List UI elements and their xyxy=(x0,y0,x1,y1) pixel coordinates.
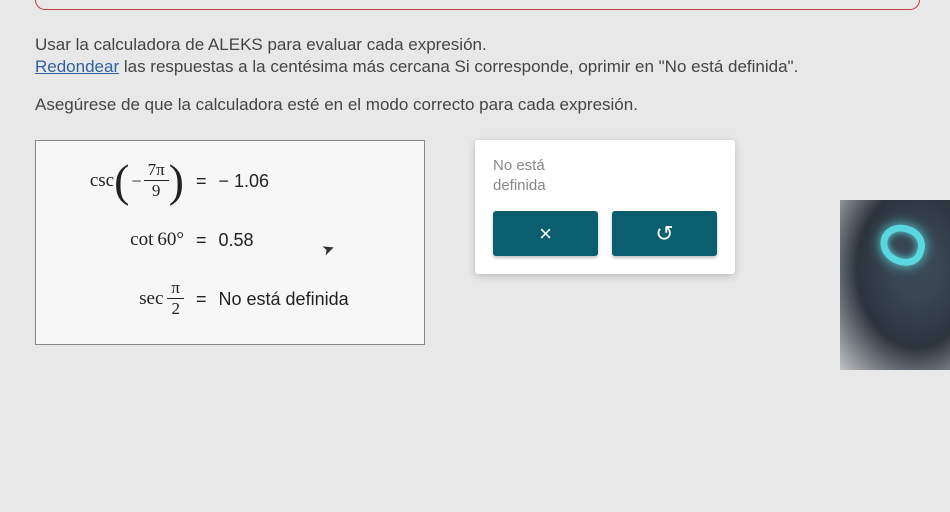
main-content: Usar la calculadora de ALEKS para evalua… xyxy=(0,0,950,365)
frac-3-den: 2 xyxy=(167,299,184,319)
equals-sign: = xyxy=(196,171,207,192)
frac-1-num: 7π xyxy=(144,161,169,181)
result-3[interactable]: No está definida xyxy=(219,289,349,310)
main-row: csc ( − 7π 9 ) = − 1.06 cot 60° xyxy=(35,140,915,345)
equals-sign: = xyxy=(196,289,207,310)
expression-row-2: cot 60° = 0.58 xyxy=(54,229,406,251)
fn-cot: cot xyxy=(130,229,153,251)
expr-1-left: csc ( − 7π 9 ) xyxy=(54,161,184,201)
reset-button[interactable]: ↺ xyxy=(612,211,717,256)
undo-icon: ↺ xyxy=(655,221,673,247)
no-esta-definida-button[interactable]: No está definida xyxy=(493,156,717,195)
expr-3-left: sec π 2 xyxy=(54,279,184,319)
fn-csc: csc xyxy=(90,170,114,192)
open-paren-icon: ( xyxy=(114,163,129,200)
frac-1-den: 9 xyxy=(148,181,165,201)
redondear-link[interactable]: Redondear xyxy=(35,57,119,76)
expr-2-left: cot 60° xyxy=(54,229,184,251)
equals-sign: = xyxy=(196,230,207,251)
panel-text-line2: definida xyxy=(493,177,546,194)
instruction-line-1: Usar la calculadora de ALEKS para evalua… xyxy=(35,35,915,55)
fn-sec: sec xyxy=(139,288,163,310)
clear-button[interactable]: × xyxy=(493,211,598,256)
expression-row-3: sec π 2 = No está definida xyxy=(54,279,406,319)
fraction-1: 7π 9 xyxy=(144,161,169,201)
arg-60deg: 60° xyxy=(157,229,184,251)
button-row: × ↺ xyxy=(493,211,717,256)
close-paren-icon: ) xyxy=(169,163,184,200)
alert-border xyxy=(35,0,920,10)
answer-box: csc ( − 7π 9 ) = − 1.06 cot 60° xyxy=(35,140,425,345)
action-panel: No está definida × ↺ xyxy=(475,140,735,274)
instruction-line-2-rest: las respuestas a la centésima más cercan… xyxy=(119,57,798,76)
instruction-line-3: Asegúrese de que la calculadora esté en … xyxy=(35,95,915,115)
expression-row-1: csc ( − 7π 9 ) = − 1.06 xyxy=(54,161,406,201)
neg-sign: − xyxy=(131,171,141,192)
instruction-line-2: Redondear las respuestas a la centésima … xyxy=(35,57,915,77)
fraction-3: π 2 xyxy=(167,279,184,319)
panel-text-line1: No está xyxy=(493,157,545,174)
frac-3-num: π xyxy=(167,279,184,299)
x-icon: × xyxy=(539,221,552,247)
result-2[interactable]: 0.58 xyxy=(219,230,254,251)
result-1[interactable]: − 1.06 xyxy=(219,171,270,192)
